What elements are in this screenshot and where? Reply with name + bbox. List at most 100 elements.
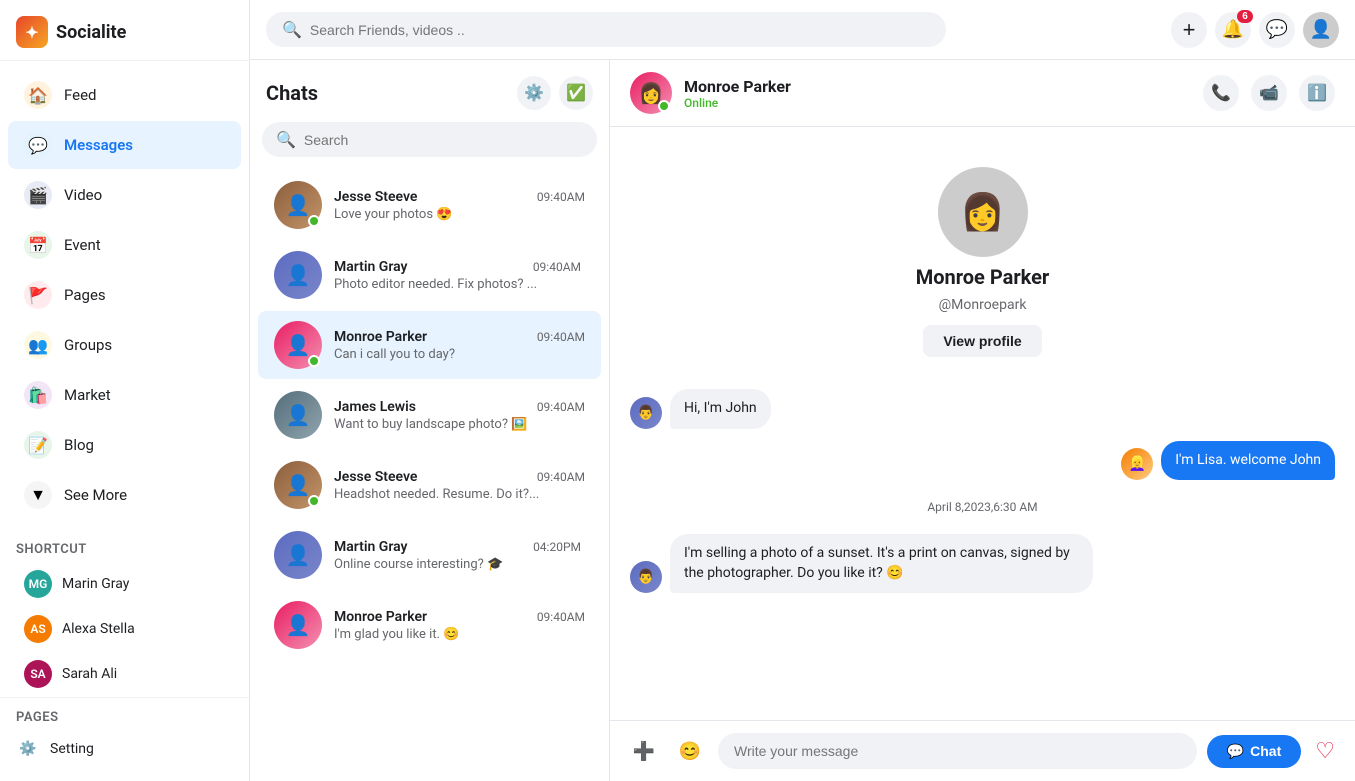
feed-icon: 🏠 bbox=[24, 81, 52, 109]
sidebar-item-messages[interactable]: 💬 Messages bbox=[8, 121, 241, 169]
chat-avatar-wrap: 👤 bbox=[274, 181, 322, 229]
profile-card-name: Monroe Parker bbox=[916, 265, 1050, 289]
chat-avatar-wrap: 👤 bbox=[274, 321, 322, 369]
chat-item-monroe2[interactable]: 👤 Monroe Parker 09:40AM I'm glad you lik… bbox=[258, 591, 601, 659]
chat-time-monroe1: 09:40AM bbox=[537, 330, 585, 344]
feed-label: Feed bbox=[64, 86, 97, 104]
video-label: Video bbox=[64, 186, 102, 204]
chat-time-monroe2: 09:40AM bbox=[537, 610, 585, 624]
chats-search-input[interactable] bbox=[304, 132, 583, 148]
chat-window: 👩 Monroe Parker Online 📞 📹 ℹ️ 👩 Monroe P… bbox=[610, 60, 1355, 781]
sidebar-item-seemore[interactable]: ▼ See More bbox=[8, 471, 241, 519]
heart-button[interactable]: ♡ bbox=[1311, 734, 1339, 768]
groups-label: Groups bbox=[64, 336, 112, 354]
chat-name-martin1: Martin Gray bbox=[334, 259, 408, 275]
view-profile-button[interactable]: View profile bbox=[923, 325, 1041, 357]
chat-info-james1: James Lewis 09:40AM Want to buy landscap… bbox=[334, 399, 585, 432]
attach-button[interactable]: ➕ bbox=[626, 733, 662, 769]
chat-avatar-martin2: 👤 bbox=[274, 531, 322, 579]
chats-search-inner[interactable]: 🔍 bbox=[262, 122, 597, 157]
video-icon: 🎬 bbox=[24, 181, 52, 209]
groups-icon: 👥 bbox=[24, 331, 52, 359]
online-dot bbox=[308, 215, 320, 227]
chat-avatar-monroe2: 👤 bbox=[274, 601, 322, 649]
chat-info-martin2: Martin Gray 04:20PM Online course intere… bbox=[334, 539, 585, 572]
chat-preview-jesse1: Love your photos 😍 bbox=[334, 207, 585, 222]
seemore-label: See More bbox=[64, 486, 127, 504]
chat-messages: 👩 Monroe Parker @Monroepark View profile… bbox=[610, 127, 1355, 720]
search-bar[interactable]: 🔍 bbox=[266, 12, 946, 47]
sender-avatar: 👨 bbox=[630, 397, 662, 429]
chat-avatar-wrap: 👤 bbox=[274, 531, 322, 579]
market-icon: 🛍️ bbox=[24, 381, 52, 409]
chats-compose-button[interactable]: ✅ bbox=[559, 76, 593, 110]
sidebar-item-groups[interactable]: 👥 Groups bbox=[8, 321, 241, 369]
search-input[interactable] bbox=[310, 22, 930, 38]
chat-info-martin1: Martin Gray 09:40AM Photo editor needed.… bbox=[334, 259, 585, 292]
chat-info-monroe2: Monroe Parker 09:40AM I'm glad you like … bbox=[334, 609, 585, 642]
chat-header-actions: 📞 📹 ℹ️ bbox=[1203, 75, 1335, 111]
online-indicator bbox=[658, 100, 670, 112]
chat-item-monroe1[interactable]: 👤 Monroe Parker 09:40AM Can i call you t… bbox=[258, 311, 601, 379]
main-content: Chats ⚙️ ✅ 🔍 👤 Jesse Steeve 09:40AM bbox=[250, 60, 1355, 781]
app-name: Socialite bbox=[56, 22, 126, 43]
add-button[interactable]: + bbox=[1171, 12, 1207, 48]
shortcut-name-sarah-ali: Sarah Ali bbox=[62, 666, 117, 682]
chat-name-martin2: Martin Gray bbox=[334, 539, 408, 555]
chat-preview-monroe2: I'm glad you like it. 😊 bbox=[334, 627, 585, 642]
chat-item-jesse1[interactable]: 👤 Jesse Steeve 09:40AM Love your photos … bbox=[258, 171, 601, 239]
shortcut-section-label: Shortcut bbox=[0, 534, 249, 561]
profile-card-avatar: 👩 bbox=[938, 167, 1028, 257]
chat-avatar-wrap: 👤 bbox=[274, 461, 322, 509]
blog-label: Blog bbox=[64, 436, 94, 454]
messages-icon: 💬 bbox=[24, 131, 52, 159]
sidebar-item-market[interactable]: 🛍️ Market bbox=[8, 371, 241, 419]
chat-item-james1[interactable]: 👤 James Lewis 09:40AM Want to buy landsc… bbox=[258, 381, 601, 449]
message-row-received: 👨 Hi, I'm John bbox=[630, 389, 1335, 429]
send-button[interactable]: 💬 Chat bbox=[1207, 735, 1302, 768]
message-input[interactable] bbox=[718, 733, 1197, 769]
emoji-button[interactable]: 😊 bbox=[672, 733, 708, 769]
online-dot bbox=[308, 495, 320, 507]
blog-icon: 📝 bbox=[24, 431, 52, 459]
topbar-actions: + 🔔 6 💬 👤 bbox=[1171, 12, 1339, 48]
shortcut-sarah-ali[interactable]: SA Sarah Ali bbox=[8, 652, 241, 696]
shortcut-avatar-alexa-stella: AS bbox=[24, 615, 52, 643]
shortcut-marin-gray[interactable]: MG Marin Gray bbox=[8, 562, 241, 606]
chat-item-martin1[interactable]: 👤 Martin Gray 09:40AM Photo editor neede… bbox=[258, 241, 601, 309]
chat-name-jesse2: Jesse Steeve bbox=[334, 469, 417, 485]
video-call-button[interactable]: 📹 bbox=[1251, 75, 1287, 111]
chat-time-jesse1: 09:40AM bbox=[537, 190, 585, 204]
pages-label: Pages bbox=[64, 286, 106, 304]
info-button[interactable]: ℹ️ bbox=[1299, 75, 1335, 111]
chat-avatar-james1: 👤 bbox=[274, 391, 322, 439]
chat-item-jesse2[interactable]: 👤 Jesse Steeve 09:40AM Headshot needed. … bbox=[258, 451, 601, 519]
chat-icon: 💬 bbox=[1266, 19, 1288, 40]
sidebar-item-feed[interactable]: 🏠 Feed bbox=[8, 71, 241, 119]
chat-name-james1: James Lewis bbox=[334, 399, 416, 415]
date-divider: April 8,2023,6:30 AM bbox=[630, 500, 1335, 514]
chat-time-james1: 09:40AM bbox=[537, 400, 585, 414]
shortcut-name-alexa-stella: Alexa Stella bbox=[62, 621, 135, 637]
call-button[interactable]: 📞 bbox=[1203, 75, 1239, 111]
search-icon: 🔍 bbox=[282, 20, 302, 39]
chat-name-jesse1: Jesse Steeve bbox=[334, 189, 417, 205]
sidebar-item-video[interactable]: 🎬 Video bbox=[8, 171, 241, 219]
message-row-sent: I'm Lisa. welcome John 👱‍♀️ bbox=[630, 441, 1335, 481]
chat-avatar-wrap: 👤 bbox=[274, 251, 322, 299]
chat-info-jesse1: Jesse Steeve 09:40AM Love your photos 😍 bbox=[334, 189, 585, 222]
sidebar-item-event[interactable]: 📅 Event bbox=[8, 221, 241, 269]
chat-preview-james1: Want to buy landscape photo? 🖼️ bbox=[334, 417, 585, 432]
setting-item[interactable]: ⚙️ Setting bbox=[16, 729, 233, 769]
chat-item-martin2[interactable]: 👤 Martin Gray 04:20PM Online course inte… bbox=[258, 521, 601, 589]
sidebar-item-pages[interactable]: 🚩 Pages bbox=[8, 271, 241, 319]
shortcut-alexa-stella[interactable]: AS Alexa Stella bbox=[8, 607, 241, 651]
chats-settings-button[interactable]: ⚙️ bbox=[517, 76, 551, 110]
notification-button[interactable]: 🔔 6 bbox=[1215, 12, 1251, 48]
chats-header: Chats ⚙️ ✅ bbox=[250, 60, 609, 122]
chats-list: 👤 Jesse Steeve 09:40AM Love your photos … bbox=[250, 169, 609, 781]
messages-button[interactable]: 💬 bbox=[1259, 12, 1295, 48]
sidebar: ✦ Socialite 🏠 Feed 💬 Messages 🎬 Video 📅 … bbox=[0, 0, 250, 781]
sidebar-item-blog[interactable]: 📝 Blog bbox=[8, 421, 241, 469]
user-avatar[interactable]: 👤 bbox=[1303, 12, 1339, 48]
